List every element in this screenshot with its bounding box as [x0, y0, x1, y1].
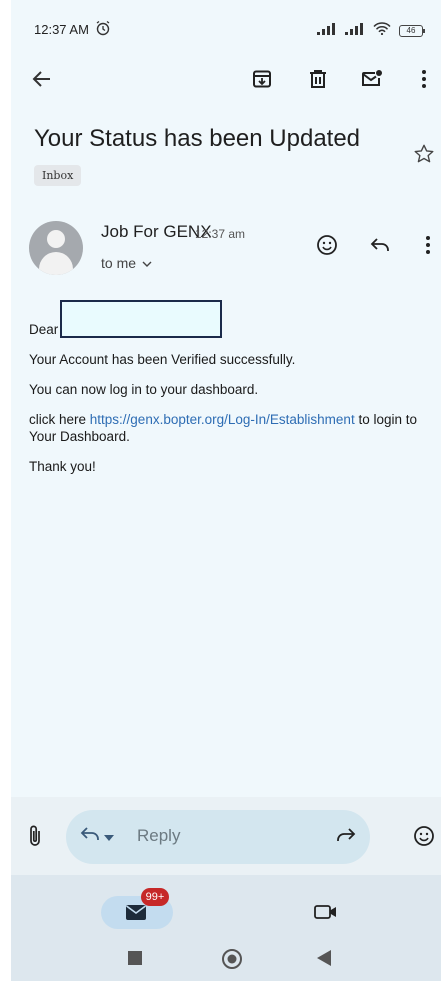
forward-icon[interactable] [336, 827, 356, 848]
archive-icon[interactable] [249, 66, 275, 92]
link-prefix: click here [29, 412, 90, 427]
reply-icon[interactable] [367, 232, 393, 258]
greeting: Dear [29, 322, 59, 337]
star-icon[interactable] [413, 143, 435, 170]
inbox-label-chip[interactable]: Inbox [34, 165, 82, 186]
status-bar: 12:37 AM 46 [11, 0, 441, 60]
avatar-body [39, 252, 73, 275]
body-line-verified: Your Account has been Verified successfu… [29, 352, 296, 367]
gmail-email-view: 12:37 AM 46 Your Status has been Updated… [11, 0, 441, 981]
bottom-navigation: 99+ [11, 875, 441, 937]
video-camera-icon[interactable] [314, 904, 338, 925]
reply-arrow-icon [80, 826, 100, 847]
alarm-icon [95, 20, 111, 41]
email-toolbar [11, 58, 441, 98]
sender-avatar[interactable] [29, 221, 83, 275]
arrow-left-icon[interactable] [29, 66, 55, 92]
recents-square-icon[interactable] [128, 951, 142, 970]
avatar-head [47, 230, 65, 248]
email-time: 12:37 am [195, 227, 246, 241]
nav-mail-tab[interactable]: 99+ [101, 888, 173, 929]
signal-icons: 46 [317, 22, 425, 40]
mail-icon [125, 904, 147, 926]
recipient-label: to me [101, 255, 137, 271]
cell-signal-icon-2 [345, 22, 365, 40]
home-circle-icon[interactable] [221, 948, 243, 975]
dashboard-link[interactable]: https://genx.bopter.org/Log-In/Establish… [90, 412, 355, 427]
body-line-link: click here https://genx.bopter.org/Log-I… [29, 411, 439, 445]
system-navigation-bar [11, 937, 441, 981]
body-line-dashboard: You can now log in to your dashboard. [29, 382, 259, 397]
mail-unread-icon[interactable] [359, 66, 385, 92]
back-triangle-icon[interactable] [317, 950, 331, 971]
chevron-down-icon [142, 255, 152, 271]
attachment-icon[interactable] [28, 824, 42, 853]
recipient-details[interactable]: to me [101, 255, 152, 271]
more-vert-icon[interactable] [411, 66, 437, 92]
status-time: 12:37 AM [34, 22, 89, 37]
emoji-icon[interactable] [413, 825, 435, 852]
more-vert-icon-message[interactable] [415, 232, 441, 258]
email-body: Dear Your Account has been Verified succ… [29, 300, 439, 475]
body-closing: Thank you! [29, 459, 96, 474]
cell-signal-icon [317, 22, 337, 40]
caret-down-icon [104, 828, 114, 846]
battery-icon: 46 [399, 25, 425, 37]
wifi-icon [373, 22, 391, 40]
emoji-reaction-icon[interactable] [314, 232, 340, 258]
reply-bar: Reply [11, 797, 441, 875]
redacted-name-box [60, 300, 223, 338]
trash-icon[interactable] [305, 66, 331, 92]
unread-count-badge: 99+ [141, 888, 169, 906]
email-subject: Your Status has been Updated [34, 125, 361, 152]
reply-input[interactable]: Reply [66, 810, 370, 864]
reply-placeholder: Reply [137, 826, 181, 845]
greeting-row: Dear [29, 300, 439, 338]
reply-mode-selector[interactable] [80, 826, 114, 847]
